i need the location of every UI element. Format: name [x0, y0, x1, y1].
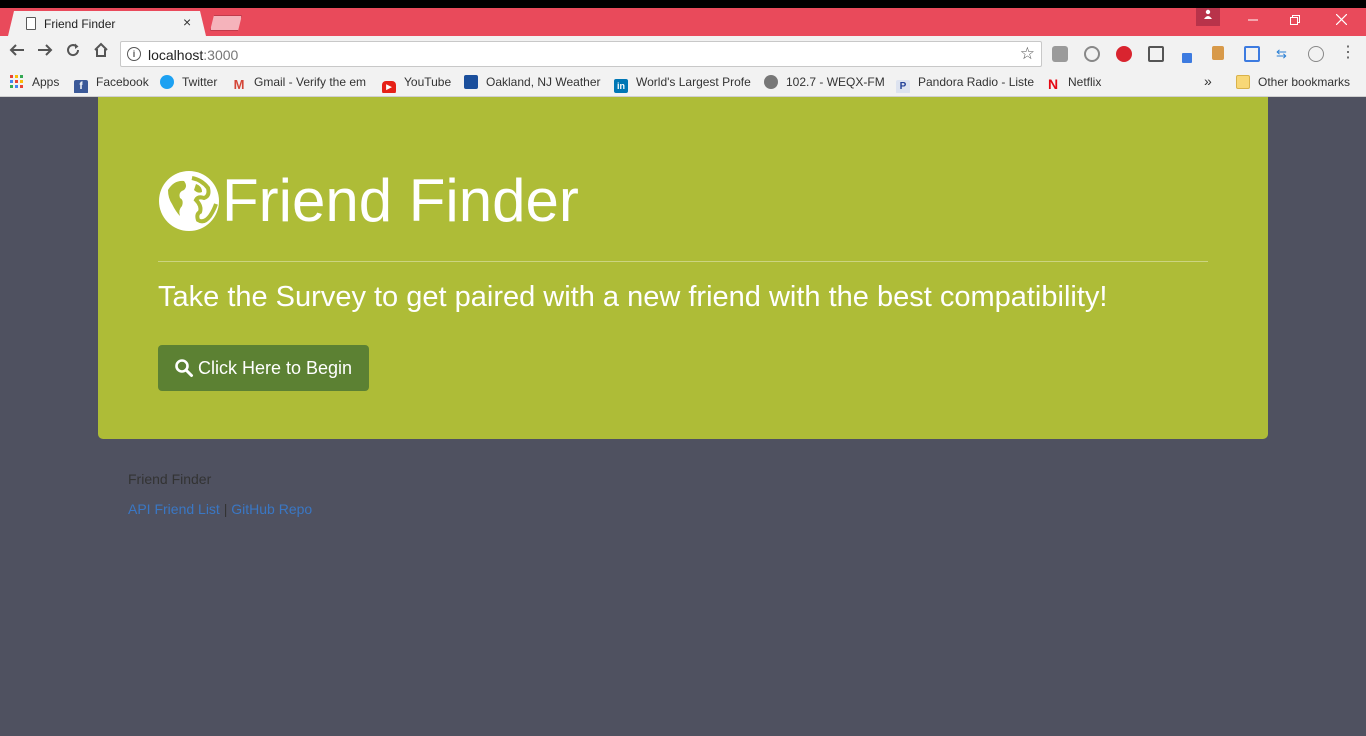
bookmark-pandora[interactable]: P Pandora Radio - Liste: [896, 75, 1034, 93]
forward-arrow-icon[interactable]: [34, 42, 56, 64]
page-icon: [26, 17, 36, 30]
extension-circle-icon[interactable]: [1308, 46, 1324, 62]
bookmark-star-icon[interactable]: ☆: [1020, 44, 1035, 64]
bookmark-label: Apps: [32, 75, 60, 89]
begin-button-label: Click Here to Begin: [198, 357, 353, 378]
tab-close-icon[interactable]: ×: [183, 14, 191, 30]
apps-grid-icon: [10, 75, 24, 89]
facebook-icon: f: [74, 80, 88, 93]
cast-icon[interactable]: [1148, 46, 1164, 62]
radio-icon: [764, 75, 778, 89]
gmail-icon: M: [233, 77, 245, 92]
link-separator: |: [223, 501, 228, 517]
bookmark-label: YouTube: [404, 75, 452, 89]
menu-kebab-icon[interactable]: ⋮: [1340, 45, 1356, 62]
search-icon: [175, 359, 193, 377]
linkedin-icon: in: [614, 79, 628, 93]
bookmark-facebook[interactable]: f Facebook: [74, 75, 154, 93]
begin-survey-button[interactable]: Click Here to Begin: [158, 345, 369, 391]
page-title: Friend Finder: [158, 165, 579, 237]
url-text: localhost:3000: [148, 47, 239, 63]
window-top-border: [0, 0, 1366, 8]
extension-red-icon[interactable]: [1116, 46, 1132, 62]
extension-blocked-icon[interactable]: [1084, 46, 1100, 62]
bookmark-weather[interactable]: Oakland, NJ Weather: [464, 75, 602, 93]
bookmarks-overflow-button[interactable]: »: [1204, 73, 1218, 91]
folder-icon: [1236, 75, 1250, 89]
restore-icon[interactable]: [1272, 8, 1318, 36]
footer-title: Friend Finder: [128, 471, 212, 487]
minimize-icon[interactable]: [1230, 8, 1276, 36]
address-bar[interactable]: i localhost:3000 ☆: [120, 41, 1042, 67]
twitter-icon: [160, 75, 174, 89]
divider: [158, 261, 1208, 262]
title-text: Friend Finder: [222, 167, 579, 234]
bookmark-label: 102.7 - WEQX-FM: [786, 75, 885, 89]
profile-icon[interactable]: [1196, 8, 1220, 26]
bookmark-twitter[interactable]: Twitter: [160, 75, 226, 93]
globe-icon: [159, 171, 219, 231]
footer-links: API Friend List | GitHub Repo: [128, 501, 312, 517]
lead-text: Take the Survey to get paired with a new…: [158, 281, 1108, 313]
bookmark-apps[interactable]: Apps: [10, 75, 70, 93]
weather-channel-icon: [464, 75, 478, 89]
site-info-icon[interactable]: i: [127, 47, 141, 61]
youtube-icon: ▶: [382, 81, 396, 93]
bookmark-linkedin[interactable]: in World's Largest Profe: [614, 75, 752, 93]
jumbotron: Friend Finder Take the Survey to get pai…: [98, 97, 1268, 439]
bookmark-youtube[interactable]: ▶ YouTube: [382, 75, 458, 93]
bookmark-label: Twitter: [182, 75, 218, 89]
close-window-icon[interactable]: [1318, 8, 1364, 36]
browser-toolbar: i localhost:3000 ☆ ⇆ ⋮: [0, 36, 1366, 70]
other-bookmarks-label: Other bookmarks: [1258, 75, 1351, 89]
tab-friend-finder[interactable]: Friend Finder ×: [8, 11, 206, 36]
tab-title: Friend Finder: [44, 17, 116, 31]
other-bookmarks-folder[interactable]: Other bookmarks: [1236, 75, 1360, 93]
api-friend-list-link[interactable]: API Friend List: [128, 501, 220, 517]
bookmark-label: Netflix: [1068, 75, 1102, 89]
bookmark-label: Gmail - Verify the em: [254, 75, 367, 89]
netflix-icon: N: [1047, 76, 1059, 92]
back-arrow-icon[interactable]: [6, 42, 28, 64]
eyedropper-icon[interactable]: [1182, 53, 1192, 63]
extension-screen-icon[interactable]: [1244, 46, 1260, 62]
new-tab-button[interactable]: [210, 15, 242, 31]
pandora-icon: P: [896, 80, 910, 93]
bookmark-label: Pandora Radio - Liste: [918, 75, 1034, 89]
tab-bar: Friend Finder ×: [0, 8, 1366, 36]
bookmark-label: Oakland, NJ Weather: [486, 75, 601, 89]
bookmarks-bar: Apps f Facebook Twitter M Gmail - Verify t…: [0, 70, 1366, 97]
bookmark-label: Facebook: [96, 75, 149, 89]
reload-icon[interactable]: [62, 42, 84, 64]
bookmark-weqx[interactable]: 102.7 - WEQX-FM: [764, 75, 888, 93]
bookmark-netflix[interactable]: N Netflix: [1046, 75, 1112, 93]
bookmark-gmail[interactable]: M Gmail - Verify the em: [232, 75, 370, 93]
bookmark-label: World's Largest Profe: [636, 75, 751, 89]
github-repo-link[interactable]: GitHub Repo: [231, 501, 312, 517]
extension-arrows-icon[interactable]: ⇆: [1276, 46, 1292, 62]
home-icon[interactable]: [90, 42, 112, 64]
extension-tag-icon[interactable]: [1212, 46, 1224, 60]
extension-icon[interactable]: [1052, 46, 1068, 62]
